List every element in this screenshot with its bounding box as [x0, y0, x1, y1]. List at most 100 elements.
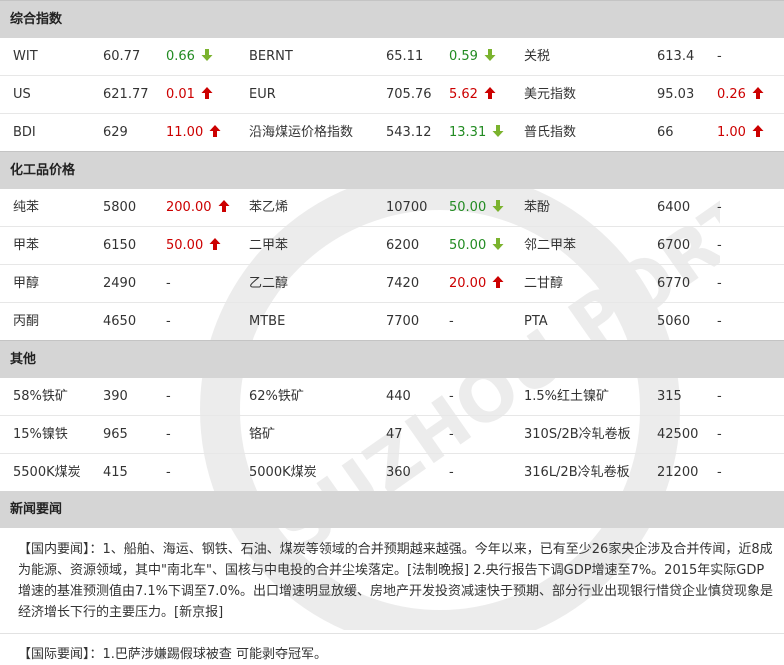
change-value: - [449, 465, 454, 480]
item-name: 苯乙烯 [249, 200, 289, 215]
item-change: - [449, 416, 454, 453]
green-down-arrow-icon [201, 49, 213, 61]
item-change: - [166, 454, 171, 491]
item-value: 360 [386, 465, 411, 480]
item-change: 50.00 [449, 189, 504, 226]
item-name: BERNT [249, 49, 293, 64]
item-change: - [449, 454, 454, 491]
item-value: 6770 [657, 276, 691, 291]
table-row: 纯苯 5800 200.00 苯乙烯 10700 50.00 苯酚 6400 - [0, 189, 784, 227]
item-change: 1.00 [717, 114, 764, 151]
item-change: - [166, 378, 171, 415]
change-value: - [166, 276, 171, 291]
table-row: 58%铁矿 390 - 62%铁矿 440 - 1.5%红土镍矿 315 - [0, 378, 784, 416]
change-value: - [449, 314, 454, 329]
item-change: - [717, 416, 722, 453]
item-value: 440 [386, 389, 411, 404]
item-value: 6200 [386, 238, 420, 253]
change-value: 0.66 [166, 49, 195, 64]
change-value: - [717, 238, 722, 253]
change-value: - [166, 389, 171, 404]
item-name: EUR [249, 87, 276, 102]
item-name: 关税 [524, 49, 551, 64]
item-change: 0.01 [166, 76, 213, 113]
item-value: 60.77 [103, 49, 141, 64]
item-name: 铬矿 [249, 427, 276, 442]
item-change: - [717, 38, 722, 75]
section-header-news: 新闻要闻 [0, 491, 784, 528]
news-international: 【国际要闻】：1.巴萨涉嫌踢假球被查 可能剥夺冠军。 [18, 647, 328, 662]
change-value: - [717, 49, 722, 64]
item-change: - [449, 303, 454, 340]
item-value: 543.12 [386, 125, 432, 140]
change-value: 50.00 [166, 238, 204, 253]
green-down-arrow-icon [492, 200, 504, 212]
change-value: 13.31 [449, 125, 487, 140]
item-value: 6150 [103, 238, 137, 253]
item-name: 沿海煤运价格指数 [249, 125, 354, 140]
table-row: 丙酮 4650 - MTBE 7700 - PTA 5060 - [0, 303, 784, 340]
item-name: 丙酮 [13, 314, 40, 329]
item-name: 甲苯 [13, 238, 40, 253]
item-change: 11.00 [166, 114, 221, 151]
item-name: 普氏指数 [524, 125, 577, 140]
change-value: 50.00 [449, 238, 487, 253]
item-change: - [449, 378, 454, 415]
item-name: 5000K煤炭 [249, 465, 317, 480]
item-value: 5800 [103, 200, 137, 215]
item-value: 7700 [386, 314, 420, 329]
item-value: 621.77 [103, 87, 149, 102]
item-name: 1.5%红土镍矿 [524, 389, 610, 404]
item-change: 50.00 [449, 227, 504, 264]
red-up-arrow-icon [752, 125, 764, 137]
change-value: - [717, 200, 722, 215]
change-value: 50.00 [449, 200, 487, 215]
item-name: 乙二醇 [249, 276, 289, 291]
item-change: 0.26 [717, 76, 764, 113]
section-header-chemical: 化工品价格 [0, 151, 784, 189]
change-value: - [449, 389, 454, 404]
chemical-table: 纯苯 5800 200.00 苯乙烯 10700 50.00 苯酚 6400 - 甲苯 6150 50… [0, 189, 784, 340]
change-value: - [166, 427, 171, 442]
news-domestic: 【国内要闻】：1、船舶、海运、钢铁、石油、煤炭等领域的合并预期越来越强。今年以来… [0, 528, 784, 634]
item-change: - [166, 265, 171, 302]
item-change: 0.66 [166, 38, 213, 75]
table-row: BDI 629 11.00 沿海煤运价格指数 543.12 13.31 普氏指数 66 1.00 [0, 114, 784, 151]
item-value: 95.03 [657, 87, 695, 102]
item-name: 310S/2B冷轧卷板 [524, 427, 631, 442]
red-up-arrow-icon [492, 276, 504, 288]
table-row: 甲苯 6150 50.00 二甲苯 6200 50.00 邻二甲苯 6700 - [0, 227, 784, 265]
item-name: 美元指数 [524, 87, 577, 102]
item-change: 0.59 [449, 38, 496, 75]
table-row: WIT 60.77 0.66 BERNT 65.11 0.59 关税 613.4 - [0, 38, 784, 76]
item-value: 613.4 [657, 49, 695, 64]
change-value: - [717, 276, 722, 291]
change-value: 20.00 [449, 276, 487, 291]
change-value: - [717, 389, 722, 404]
item-value: 705.76 [386, 87, 432, 102]
item-change: - [717, 189, 722, 226]
item-name: PTA [524, 314, 548, 329]
item-name: WIT [13, 49, 38, 64]
item-name: 316L/2B冷轧卷板 [524, 465, 630, 480]
other-table: 58%铁矿 390 - 62%铁矿 440 - 1.5%红土镍矿 315 - 15%镍铁 965 - 铬… [0, 378, 784, 491]
change-value: 0.01 [166, 87, 195, 102]
change-value: - [449, 427, 454, 442]
item-name: 62%铁矿 [249, 389, 304, 404]
item-name: 5500K煤炭 [13, 465, 81, 480]
change-value: - [166, 465, 171, 480]
green-down-arrow-icon [484, 49, 496, 61]
change-value: 5.62 [449, 87, 478, 102]
item-value: 6400 [657, 200, 691, 215]
change-value: 11.00 [166, 125, 204, 140]
item-change: 5.62 [449, 76, 496, 113]
table-row: 5500K煤炭 415 - 5000K煤炭 360 - 316L/2B冷轧卷板 21200 - [0, 454, 784, 491]
red-up-arrow-icon [752, 87, 764, 99]
red-up-arrow-icon [218, 200, 229, 212]
item-value: 47 [386, 427, 403, 442]
item-value: 66 [657, 125, 674, 140]
red-up-arrow-icon [484, 87, 496, 99]
item-change: 50.00 [166, 227, 221, 264]
item-change: - [717, 303, 722, 340]
item-change: - [166, 303, 171, 340]
